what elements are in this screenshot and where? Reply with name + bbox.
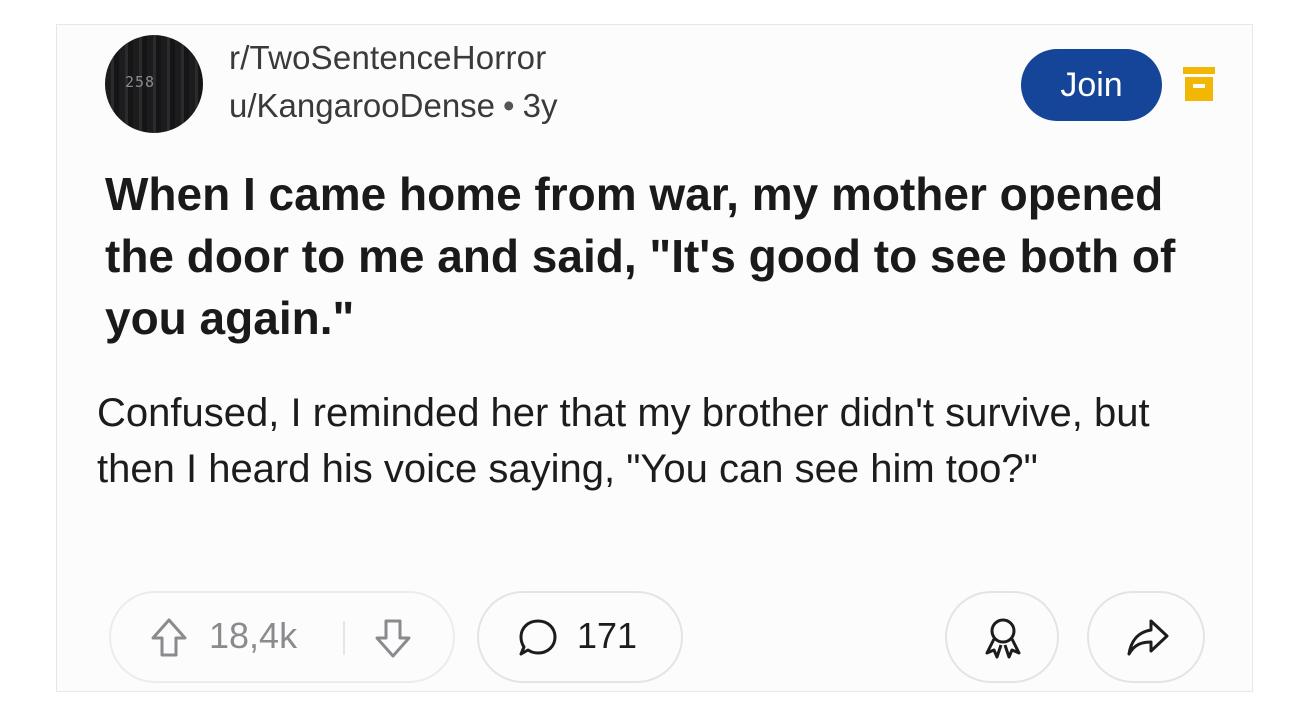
avatar-text: 258 <box>125 73 156 91</box>
share-button[interactable] <box>1087 591 1205 683</box>
author-name[interactable]: u/KangarooDense <box>229 87 495 124</box>
arrow-down-icon[interactable] <box>373 617 413 659</box>
subreddit-name[interactable]: r/TwoSentenceHorror <box>229 39 546 77</box>
meta-separator: • <box>503 87 515 124</box>
menu-icon[interactable] <box>1183 67 1215 103</box>
comments-button[interactable]: 171 <box>477 591 683 683</box>
share-arrow-icon <box>1127 619 1169 656</box>
vote-divider <box>343 621 345 655</box>
post-meta: u/KangarooDense • 3y <box>229 87 557 125</box>
post-age: 3y <box>522 87 558 124</box>
award-button[interactable] <box>945 591 1059 683</box>
vote-bar: 18,4k <box>109 591 455 683</box>
join-button[interactable]: Join <box>1021 49 1162 121</box>
speech-bubble-icon <box>519 619 557 656</box>
post-title[interactable]: When I came home from war, my mother ope… <box>105 163 1195 349</box>
arrow-up-icon[interactable] <box>149 617 189 659</box>
vote-count: 18,4k <box>209 615 298 656</box>
post-card: 258 r/TwoSentenceHorror u/KangarooDense •… <box>56 24 1253 692</box>
comment-count: 171 <box>577 615 638 656</box>
post-body: Confused, I reminded her that my brother… <box>97 391 1150 491</box>
award-icon <box>985 618 1021 659</box>
subreddit-avatar[interactable]: 258 <box>105 35 203 133</box>
